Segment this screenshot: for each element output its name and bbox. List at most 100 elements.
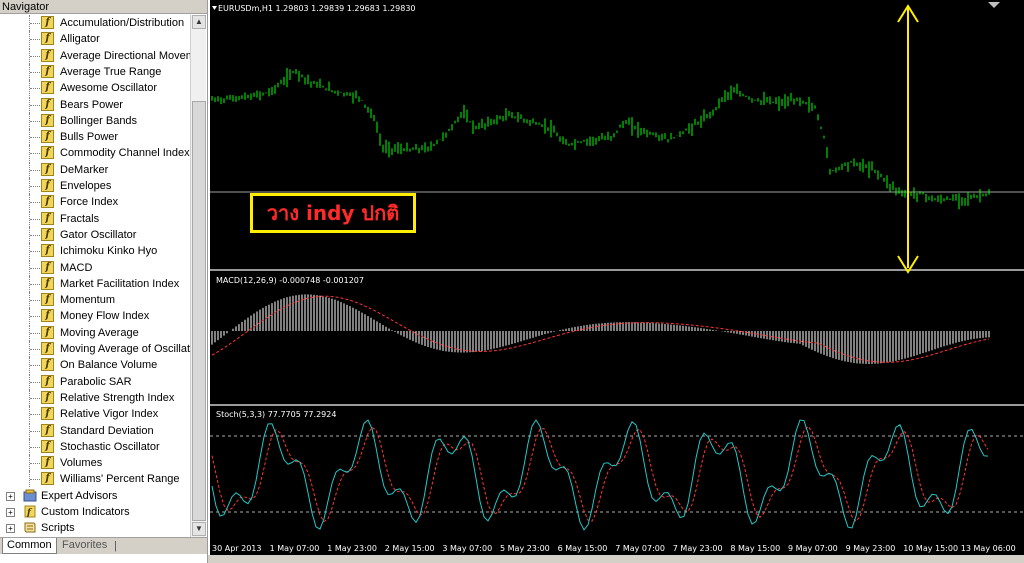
indicator-label: Bulls Power [60,131,119,144]
indicator-icon: f [41,390,54,404]
indicator-item[interactable]: f Williams' Percent Range [0,471,190,488]
expand-icon[interactable]: + [6,524,15,534]
indicator-item[interactable]: f Money Flow Index [0,308,190,325]
indicator-item[interactable]: f Bulls Power [0,129,190,146]
expand-icon[interactable]: + [6,491,15,501]
indicator-icon: f [41,407,54,421]
indicator-label: Williams' Percent Range [60,473,180,486]
indicator-icon: f [41,81,54,95]
indicator-label: Parabolic SAR [60,375,132,388]
annotation-box: วาง indy ปกติ [250,193,416,233]
indicator-icon: f [41,211,54,225]
indicator-label: Accumulation/Distribution [60,17,185,29]
indicator-item[interactable]: f Alligator [0,31,190,48]
indicator-icon: f [41,472,54,486]
indicator-item[interactable]: f Relative Strength Index [0,389,190,406]
indicator-label: Stochastic Oscillator [60,440,160,453]
tab-common[interactable]: Common [2,538,57,554]
scroll-up-arrow[interactable]: ▲ [192,15,206,29]
scrollbar-thumb[interactable] [192,101,206,521]
macd-label: MACD(12,26,9) -0.000748 -0.001207 [216,276,364,285]
time-tick-label: 1 May 23:00 [327,544,377,553]
folder-label: Custom Indicators [41,506,130,518]
indicator-icon: f [41,342,54,355]
indicator-icon: f [41,309,54,323]
indicator-item[interactable]: f Market Facilitation Index [0,275,190,292]
tree-line [30,218,40,220]
time-tick-label: 2 May 15:00 [384,544,435,553]
indicator-label: Alligator [60,33,100,46]
indicator-label: Bollinger Bands [60,114,138,127]
indicator-label: Relative Strength Index [60,391,175,404]
indicator-item[interactable]: f Moving Average [0,324,190,341]
indicator-icon: f [41,130,54,144]
time-tick-label: 7 May 07:00 [615,544,665,553]
time-tick-label: 30 Apr 2013 [212,544,262,553]
indicator-label: On Balance Volume [60,359,158,372]
tree-line [30,463,40,465]
chart-corner-marker [988,2,1000,8]
folder-item[interactable]: + f Custom Indicators [0,504,190,520]
indicator-item[interactable]: f DeMarker [0,161,190,178]
indicator-item[interactable]: f Momentum [0,292,190,309]
indicator-icon: f [41,374,54,388]
navigator-title: Navigator [0,0,207,14]
indicator-icon: f [41,16,54,29]
indicator-item[interactable]: f Relative Vigor Index [0,406,190,423]
indicator-item[interactable]: f Parabolic SAR [0,373,190,390]
indicator-item[interactable]: f Bears Power [0,96,190,113]
indicator-icon: f [41,456,54,470]
indicator-icon: f [41,227,54,241]
indicator-label: Envelopes [60,180,112,192]
indicator-item[interactable]: f Commodity Channel Index [0,145,190,162]
folder-item[interactable]: + Expert Advisors [0,488,190,504]
tree-line [30,349,40,350]
indicator-item[interactable]: f Bollinger Bands [0,112,190,129]
symbol-dropdown-icon [212,6,217,10]
indicator-item[interactable]: f Standard Deviation [0,422,190,439]
indicator-label: Gator Oscillator [60,228,137,241]
tree-line [30,104,40,106]
time-tick-label: 13 May 06:00 [960,544,1016,553]
custom-indicators-icon: f [23,505,37,518]
indicator-icon: f [41,439,54,453]
indicator-icon: f [41,64,54,78]
tree-line [30,397,40,399]
navigator-scrollbar[interactable]: ▲ ▼ [190,15,206,537]
indicator-item[interactable]: f Awesome Oscillator [0,80,190,97]
expand-icon[interactable]: + [6,508,15,517]
indicator-item[interactable]: f Moving Average of Oscillator [0,341,190,357]
scroll-down-arrow[interactable]: ▼ [192,522,206,536]
indicator-item[interactable]: f Average Directional Movement Index [0,47,190,64]
indicator-icon: f [41,97,54,111]
indicator-item[interactable]: f MACD [0,259,190,276]
indicator-item[interactable]: f Stochastic Oscillator [0,438,190,455]
tab-favorites[interactable]: Favorites [58,538,111,553]
indicator-item[interactable]: f Envelopes [0,178,190,194]
indicator-item[interactable]: f On Balance Volume [0,357,190,374]
indicator-item[interactable]: f Ichimoku Kinko Hyo [0,243,190,260]
folder-label: Expert Advisors [41,489,118,502]
tree-line [30,23,40,24]
time-tick-label: 3 May 07:00 [442,544,493,553]
indicator-label: Ichimoku Kinko Hyo [60,245,158,258]
tree-line [30,88,40,90]
time-tick-label: 10 May 15:00 [903,544,959,553]
indicator-item[interactable]: f Fractals [0,210,190,227]
time-tick-label: 1 May 07:00 [269,544,320,553]
indicator-item[interactable]: f Force Index [0,194,190,211]
indicator-item[interactable]: f Gator Oscillator [0,226,190,243]
tree-line [30,283,40,285]
indicator-item[interactable]: f Volumes [0,455,190,472]
indicator-item[interactable]: f Average True Range [0,63,190,80]
indicator-label: Moving Average of Oscillator [60,343,190,355]
folder-item[interactable]: + Scripts [0,520,190,536]
indicator-icon: f [41,260,54,274]
tree-line [30,137,40,139]
indicator-label: Momentum [60,294,116,307]
chart-window[interactable]: EURUSDm,H1 1.29803 1.29839 1.29683 1.298… [210,0,1024,563]
tree-line [30,430,40,432]
indicator-item[interactable]: f Accumulation/Distribution [0,15,190,31]
tree-line [30,414,40,416]
tree-line [30,55,40,57]
